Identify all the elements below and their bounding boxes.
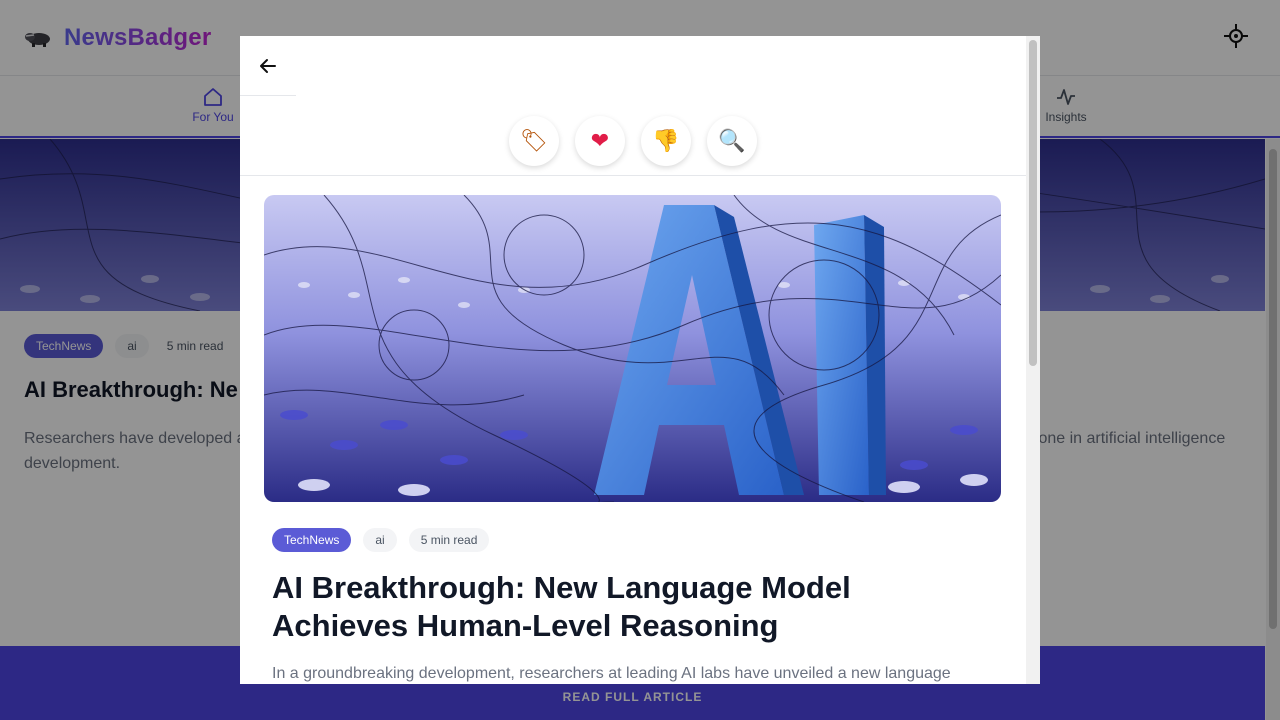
arrow-left-icon: [260, 58, 276, 73]
article-title: AI Breakthrough: New Language Model Achi…: [272, 570, 851, 643]
thumbs-down-icon: 👎: [652, 128, 680, 154]
dislike-action-button[interactable]: 👎: [641, 116, 691, 166]
read-time: 5 min read: [408, 528, 490, 552]
article-body: In a groundbreaking development, researc…: [272, 665, 951, 682]
article-modal-content: 🏷 ❤ 👎 🔍 TechNews ai 5 min read AI Breakt…: [240, 36, 1026, 684]
tag-action-button[interactable]: 🏷: [509, 116, 559, 166]
search-action-button[interactable]: 🔍: [707, 116, 757, 166]
article-modal: 🏷 ❤ 👎 🔍 TechNews ai 5 min read AI Breakt…: [240, 36, 1040, 684]
modal-scrollbar[interactable]: [1026, 36, 1040, 684]
source-badge[interactable]: TechNews: [272, 528, 352, 552]
heart-icon: ❤: [590, 128, 610, 154]
modal-scrollbar-thumb[interactable]: [1029, 40, 1037, 366]
tag-chip[interactable]: ai: [363, 528, 397, 552]
back-button[interactable]: [240, 36, 296, 96]
divider: [240, 175, 1026, 176]
like-action-button[interactable]: ❤: [575, 116, 625, 166]
tag-icon: 🏷: [520, 128, 548, 154]
magnifier-icon: 🔍: [718, 128, 746, 154]
article-meta: TechNews ai 5 min read: [272, 528, 490, 552]
article-actions: 🏷 ❤ 👎 🔍: [240, 116, 1026, 166]
article-hero-image: [264, 195, 1001, 502]
